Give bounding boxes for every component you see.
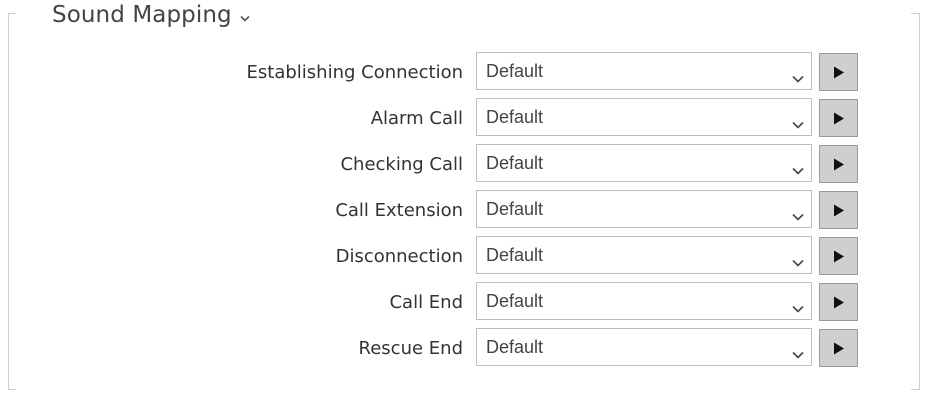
row-checking-call: Checking Call Default [0, 144, 929, 184]
row-label: Alarm Call [370, 108, 463, 129]
row-label: Call Extension [335, 200, 463, 221]
play-icon [833, 158, 844, 170]
sound-select[interactable]: Default [476, 190, 812, 228]
frame-corner [8, 13, 16, 14]
play-icon [833, 112, 844, 124]
select-value: Default [486, 153, 544, 173]
row-alarm-call: Alarm Call Default [0, 98, 929, 138]
frame-corner [911, 13, 919, 14]
row-label: Rescue End [358, 338, 463, 359]
play-button[interactable] [819, 191, 858, 229]
play-button[interactable] [819, 99, 858, 137]
row-label: Checking Call [340, 154, 463, 175]
frame-corner [8, 389, 16, 390]
play-button[interactable] [819, 329, 858, 367]
play-icon [833, 204, 844, 216]
chevron-down-icon [792, 114, 804, 133]
chevron-down-icon [792, 252, 804, 271]
row-disconnection: Disconnection Default [0, 236, 929, 276]
play-button[interactable] [819, 283, 858, 321]
select-value: Default [486, 337, 544, 357]
play-button[interactable] [819, 145, 858, 183]
chevron-down-icon [792, 298, 804, 317]
play-icon [833, 66, 844, 78]
select-value: Default [486, 291, 544, 311]
sound-select[interactable]: Default [476, 236, 812, 274]
play-button[interactable] [819, 237, 858, 275]
section-header[interactable]: Sound Mapping [52, 2, 256, 28]
frame-corner [911, 389, 919, 390]
chevron-down-icon [792, 344, 804, 363]
sound-select[interactable]: Default [476, 282, 812, 320]
play-icon [833, 342, 844, 354]
select-value: Default [486, 61, 544, 81]
row-call-extension: Call Extension Default [0, 190, 929, 230]
chevron-down-icon [792, 160, 804, 179]
sound-select[interactable]: Default [476, 144, 812, 182]
sound-select[interactable]: Default [476, 52, 812, 90]
chevron-down-icon [792, 206, 804, 225]
sound-select[interactable]: Default [476, 328, 812, 366]
select-value: Default [486, 107, 544, 127]
row-label: Disconnection [335, 246, 463, 267]
play-icon [833, 250, 844, 262]
play-button[interactable] [819, 53, 858, 91]
row-call-end: Call End Default [0, 282, 929, 322]
chevron-down-icon [792, 68, 804, 87]
row-establishing-connection: Establishing Connection Default [0, 52, 929, 92]
row-label: Call End [389, 292, 463, 313]
play-icon [833, 296, 844, 308]
chevron-down-icon[interactable] [240, 7, 250, 26]
row-label: Establishing Connection [246, 62, 463, 83]
row-rescue-end: Rescue End Default [0, 328, 929, 368]
select-value: Default [486, 199, 544, 219]
select-value: Default [486, 245, 544, 265]
sound-select[interactable]: Default [476, 98, 812, 136]
section-title: Sound Mapping [52, 2, 232, 28]
